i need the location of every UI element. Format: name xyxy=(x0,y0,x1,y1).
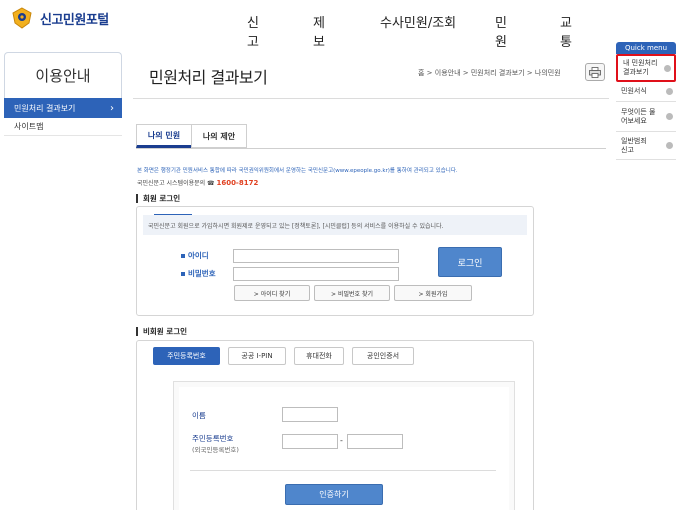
find-id-button[interactable]: > 아이디 찾기 xyxy=(234,285,310,301)
sidebar-item-label: 사이트맵 xyxy=(14,122,44,131)
title-divider xyxy=(133,98,609,99)
quick-menu-title: Quick menu xyxy=(616,42,676,54)
quick-item-label: 민원서식 xyxy=(621,87,647,95)
quick-item-ask[interactable]: 무엇이든 물어보세요 xyxy=(616,102,676,132)
nav-civil[interactable]: 민원 xyxy=(495,12,507,50)
tab-my-proposals[interactable]: 나의 제안 xyxy=(191,124,247,148)
heading-bar xyxy=(136,194,138,203)
police-emblem-icon xyxy=(10,6,34,30)
id-label: 아이디 xyxy=(181,250,209,261)
form-divider xyxy=(190,470,496,471)
member-login-box: 국민신문고 회원으로 가입하시면 회원제로 운영되고 있는 [정책토론], [시… xyxy=(136,206,534,316)
content-tabs: 나의 민원 나의 제안 xyxy=(136,124,247,148)
quick-item-my-result[interactable]: 내 민원처리 결과보기 xyxy=(616,54,676,82)
contact-number: 1600-8172 xyxy=(216,179,259,187)
nav-traffic[interactable]: 교통 xyxy=(560,12,572,50)
bullet-icon xyxy=(181,253,185,258)
member-login-heading-text: 회원 로그인 xyxy=(143,194,181,203)
quick-item-forms[interactable]: 민원서식 xyxy=(616,82,676,102)
contact-label: 국민신문고 시스템이용문의 ☎ xyxy=(137,180,215,187)
password-input[interactable] xyxy=(233,267,399,281)
nonmember-tabs: 주민등록번호 공공 I-PIN 휴대전화 공인인증서 xyxy=(153,347,414,365)
tab-my-complaints[interactable]: 나의 민원 xyxy=(136,124,192,148)
heading-bar xyxy=(136,327,138,336)
print-button[interactable] xyxy=(585,63,605,81)
password-label-text: 비밀번호 xyxy=(188,269,216,278)
rrn-sublabel: (외국인등록번호) xyxy=(192,446,239,454)
member-info-message: 국민신문고 회원으로 가입하시면 회원제로 운영되고 있는 [정책토론], [시… xyxy=(143,214,527,235)
login-button[interactable]: 로그인 xyxy=(438,247,502,277)
tab-mobile[interactable]: 휴대전화 xyxy=(294,347,344,365)
id-input[interactable] xyxy=(233,249,399,263)
nonmember-login-heading-text: 비회원 로그인 xyxy=(143,327,188,336)
tab-ipin[interactable]: 공공 I-PIN xyxy=(228,347,286,365)
sidebar-item-result[interactable]: 민원처리 결과보기 › xyxy=(4,98,122,118)
page-title: 민원처리 결과보기 xyxy=(149,68,268,87)
nav-tip[interactable]: 제보 xyxy=(313,12,325,50)
circle-arrow-icon xyxy=(666,113,673,120)
quick-menu: Quick menu 내 민원처리 결과보기 민원서식 무엇이든 물어보세요 일… xyxy=(616,42,676,160)
circle-arrow-icon xyxy=(666,88,673,95)
tab-certificate[interactable]: 공인인증서 xyxy=(352,347,414,365)
rrn-back-input[interactable] xyxy=(347,434,403,449)
quick-item-label: 무엇이든 물어보세요 xyxy=(621,107,656,125)
sidebar-item-sitemap[interactable]: 사이트맵 xyxy=(4,118,122,136)
member-login-heading: 회원 로그인 xyxy=(136,193,180,204)
id-label-text: 아이디 xyxy=(188,251,209,260)
password-label: 비밀번호 xyxy=(181,268,216,279)
tab-resident-number[interactable]: 주민등록번호 xyxy=(153,347,220,365)
find-password-button[interactable]: > 비밀번호 찾기 xyxy=(314,285,390,301)
bullet-icon xyxy=(181,271,185,276)
verify-button[interactable]: 인증하기 xyxy=(285,484,383,505)
quick-item-label: 내 민원처리 결과보기 xyxy=(623,59,658,76)
tabs-divider xyxy=(136,148,606,149)
notice-text: 본 화면은 행정기관 민원서비스 통합에 따라 국민권익위원회에서 운영하는 국… xyxy=(137,168,458,174)
site-logo[interactable]: 신고민원포털 xyxy=(10,6,109,30)
rrn-dash: - xyxy=(340,436,343,445)
sidebar-title: 이용안내 xyxy=(4,52,122,98)
chevron-right-icon: › xyxy=(110,102,114,114)
breadcrumb: 홈 > 이용안내 > 민원처리 결과보기 > 나의민원 xyxy=(418,69,561,77)
name-input[interactable] xyxy=(282,407,338,422)
nav-report[interactable]: 신고 xyxy=(247,12,259,50)
rrn-label: 주민등록번호 xyxy=(192,434,234,443)
name-label: 이름 xyxy=(192,411,206,420)
rrn-front-input[interactable] xyxy=(282,434,338,449)
print-icon xyxy=(589,66,601,78)
nav-investigation[interactable]: 수사민원/조회 xyxy=(380,12,456,31)
quick-item-label: 일반범죄 신고 xyxy=(621,136,647,154)
join-button[interactable]: > 회원가입 xyxy=(394,285,472,301)
logo-text: 신고민원포털 xyxy=(40,12,109,28)
contact-info: 국민신문고 시스템이용문의 ☎ 1600-8172 xyxy=(137,178,258,187)
circle-arrow-icon xyxy=(664,64,671,72)
left-sidebar: 이용안내 민원처리 결과보기 › 사이트맵 xyxy=(4,52,122,136)
nonmember-login-heading: 비회원 로그인 xyxy=(136,326,187,337)
sidebar-item-label: 민원처리 결과보기 xyxy=(14,103,76,113)
quick-item-crime-report[interactable]: 일반범죄 신고 xyxy=(616,132,676,160)
circle-arrow-icon xyxy=(666,142,673,149)
